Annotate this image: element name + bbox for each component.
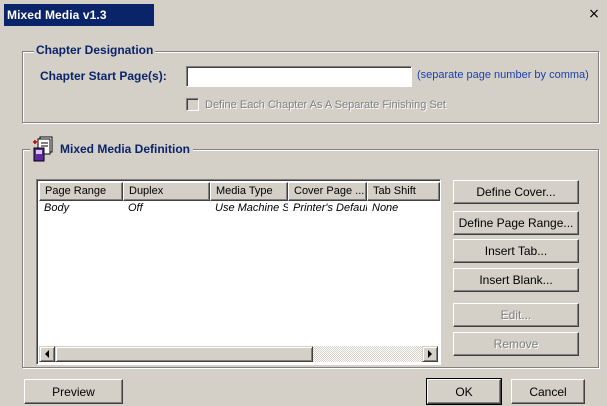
separate-finishing-set-checkbox[interactable] <box>186 98 199 111</box>
col-cover-page[interactable]: Cover Page ... <box>288 182 367 201</box>
cell-page-range: Body <box>44 202 70 214</box>
define-cover-button[interactable]: Define Cover... <box>453 180 579 204</box>
mixed-media-icon <box>33 136 55 162</box>
define-page-range-button[interactable]: Define Page Range... <box>453 211 579 235</box>
chapter-designation-group <box>22 51 599 123</box>
table-row[interactable]: Body Off Use Machine Se Printer's Defaul… <box>39 201 440 217</box>
edit-button[interactable]: Edit... <box>453 303 579 327</box>
media-list[interactable]: Page Range Duplex Media Type Cover Page … <box>36 179 441 365</box>
separate-finishing-set-label: Define Each Chapter As A Separate Finish… <box>205 98 446 111</box>
col-duplex[interactable]: Duplex <box>123 182 210 201</box>
list-header: Page Range Duplex Media Type Cover Page … <box>39 182 440 201</box>
ok-button[interactable]: OK <box>426 378 502 405</box>
title-bar: Mixed Media v1.3 × <box>0 0 607 30</box>
cancel-button[interactable]: Cancel <box>511 379 585 404</box>
mixed-media-label: Mixed Media Definition <box>60 142 191 156</box>
remove-button[interactable]: Remove <box>453 332 579 356</box>
scroll-left-button[interactable] <box>39 346 55 362</box>
close-icon[interactable]: × <box>587 7 601 21</box>
window-title: Mixed Media v1.3 <box>7 8 107 22</box>
horizontal-scrollbar[interactable] <box>39 346 438 362</box>
cell-cover-page: Printer's Default <box>293 202 367 214</box>
separate-finishing-set-option: Define Each Chapter As A Separate Finish… <box>186 98 446 111</box>
insert-blank-button[interactable]: Insert Blank... <box>453 268 579 292</box>
arrow-left-icon <box>45 350 49 358</box>
cell-tab-shift: None <box>372 202 399 214</box>
arrow-right-icon <box>428 350 432 358</box>
cell-media-type: Use Machine Se <box>215 202 288 214</box>
scroll-right-button[interactable] <box>422 346 438 362</box>
scrollbar-thumb[interactable] <box>55 346 313 362</box>
mixed-media-header: Mixed Media Definition <box>30 136 194 162</box>
col-media-type[interactable]: Media Type <box>210 182 288 201</box>
cell-duplex: Off <box>128 202 143 214</box>
chapter-start-input[interactable] <box>186 66 412 87</box>
chapter-designation-label: Chapter Designation <box>34 43 156 57</box>
col-tab-shift[interactable]: Tab Shift <box>367 182 440 201</box>
preview-button[interactable]: Preview <box>24 379 123 404</box>
insert-tab-button[interactable]: Insert Tab... <box>453 239 579 263</box>
chapter-start-label: Chapter Start Page(s): <box>40 69 167 83</box>
col-page-range[interactable]: Page Range <box>39 182 123 201</box>
separate-hint: (separate page number by comma) <box>417 69 589 81</box>
